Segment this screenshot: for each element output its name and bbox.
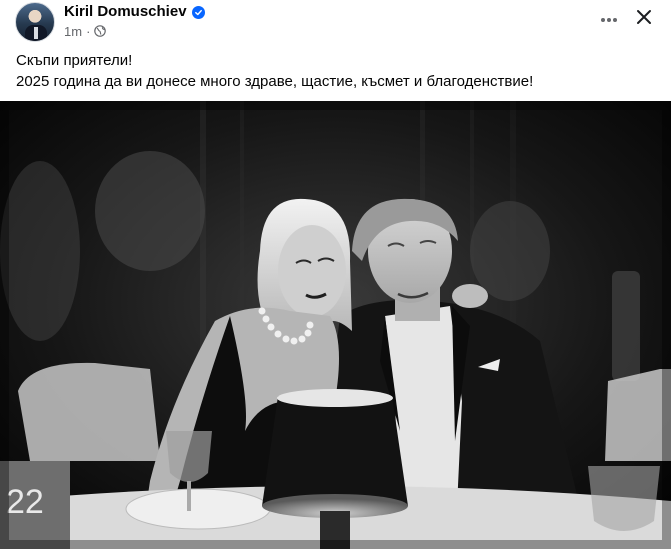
- post-timestamp[interactable]: 1m: [64, 24, 82, 39]
- table-lamp-shade: [262, 396, 408, 506]
- avatar-tie: [34, 27, 38, 39]
- post-line-2: 2025 година да ви донесе много здраве, щ…: [16, 73, 534, 90]
- globe-icon[interactable]: [94, 25, 107, 37]
- plate: [125, 488, 271, 530]
- post-meta: 1m ·: [64, 23, 107, 39]
- meta-separator: ·: [86, 23, 91, 39]
- close-button[interactable]: [630, 7, 658, 31]
- author-name[interactable]: Kiril Domuschiev: [64, 3, 187, 21]
- avatar[interactable]: [15, 2, 55, 42]
- chair-right: [605, 369, 671, 461]
- verified-badge-icon: [191, 5, 205, 19]
- man-hand: [452, 284, 488, 308]
- table-number: 22: [6, 483, 44, 521]
- post-photo[interactable]: 22: [0, 101, 671, 549]
- woman-face: [278, 225, 346, 317]
- more-options-button[interactable]: [595, 7, 623, 31]
- author-row: Kiril Domuschiev: [64, 3, 205, 21]
- post-message: Скъпи приятели! 2025 година да ви донесе…: [16, 50, 656, 92]
- background-person-left-blur: [0, 161, 80, 341]
- background-object-right: [612, 271, 640, 381]
- background-lamp-blur: [470, 201, 550, 301]
- facebook-post: Kiril Domuschiev 1m · Скъпи приятели! 20…: [0, 0, 671, 549]
- table-lamp-top: [277, 389, 393, 407]
- close-icon: [636, 9, 652, 30]
- background-person-blur: [95, 151, 205, 271]
- wine-glass-right: [588, 466, 660, 531]
- chair-left: [18, 362, 160, 461]
- post-header: Kiril Domuschiev 1m ·: [0, 0, 671, 44]
- post-line-1: Скъпи приятели!: [16, 52, 133, 69]
- more-options-icon: [600, 10, 618, 28]
